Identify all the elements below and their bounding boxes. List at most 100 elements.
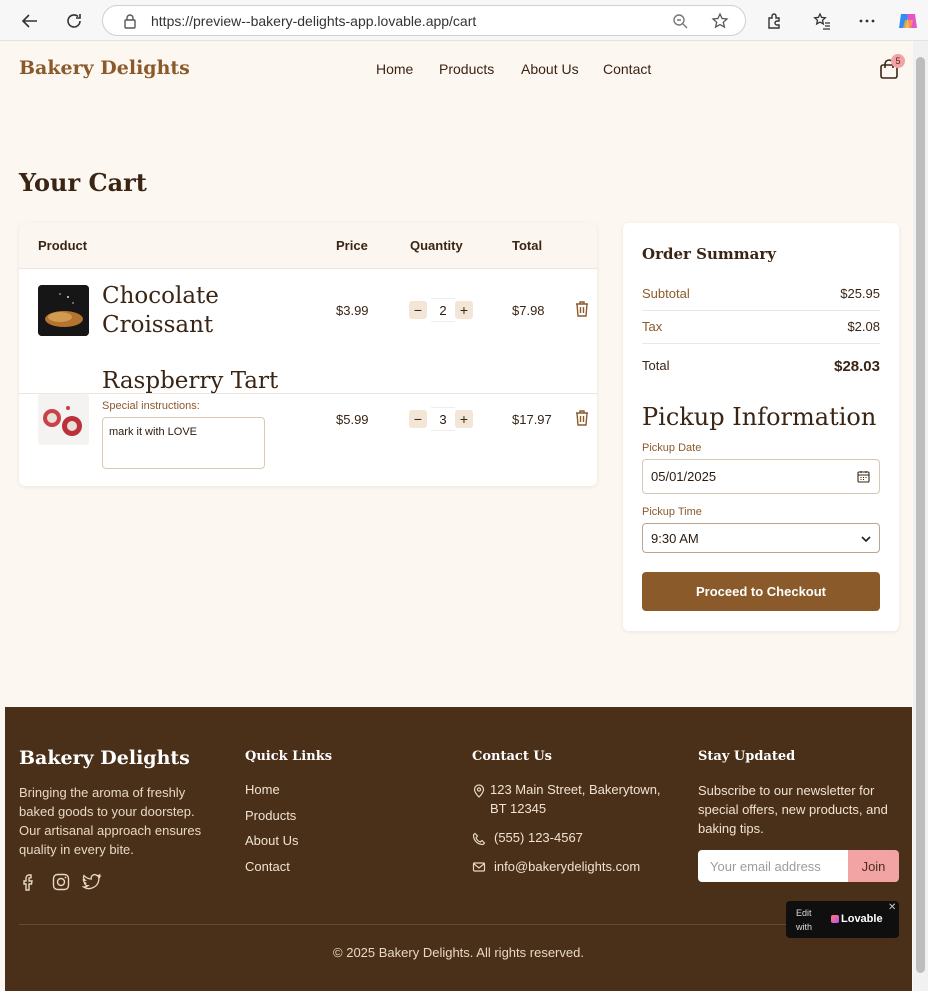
newsletter-text: Subscribe to our newsletter for special … — [698, 783, 888, 836]
contact-email[interactable]: info@bakerydelights.com — [494, 857, 640, 876]
total-label: Total — [642, 358, 670, 373]
mail-icon — [472, 862, 486, 872]
lovable-brand: Lovable — [841, 913, 883, 925]
site-footer: Bakery Delights Bringing the aroma of fr… — [5, 707, 912, 991]
special-instructions-input[interactable]: mark it with LOVE — [102, 417, 265, 469]
footer-tagline: Bringing the aroma of freshly baked good… — [19, 785, 202, 857]
qty-value[interactable]: 3 — [431, 407, 455, 431]
pickup-time-select[interactable]: 9:30 AM — [642, 523, 880, 553]
close-icon[interactable]: ✕ — [888, 902, 896, 913]
total-value: $28.03 — [834, 358, 880, 375]
col-total: Total — [512, 238, 543, 253]
browser-toolbar: https://preview--bakery-delights-app.lov… — [0, 0, 928, 41]
summary-title: Order Summary — [642, 245, 776, 263]
facebook-icon[interactable] — [19, 872, 39, 892]
contact-address: 123 Main Street, Bakerytown, BT 12345 — [490, 782, 661, 816]
copilot-icon — [899, 14, 917, 28]
special-instructions-label: Special instructions: — [102, 400, 200, 412]
divider — [642, 343, 880, 344]
contact-heading: Contact Us — [472, 749, 552, 764]
item-total: $17.97 — [512, 412, 552, 427]
trash-icon[interactable] — [574, 409, 590, 427]
tax-label: Tax — [642, 319, 663, 334]
url-text: https://preview--bakery-delights-app.lov… — [151, 13, 477, 29]
qty-value[interactable]: 2 — [431, 298, 455, 322]
footer-divider — [19, 924, 899, 925]
item-price: $3.99 — [336, 303, 369, 318]
footer-link-products[interactable]: Products — [245, 808, 296, 823]
nav-products[interactable]: Products — [439, 61, 494, 77]
footer-link-about[interactable]: About Us — [245, 833, 298, 848]
scrollbar-thumb[interactable] — [916, 57, 925, 973]
pickup-time-label: Pickup Time — [642, 506, 702, 518]
edit-with-lovable-badge[interactable]: Edit with Lovable ✕ — [786, 901, 899, 938]
quick-links-heading: Quick Links — [245, 749, 333, 764]
vertical-scrollbar[interactable] — [913, 41, 928, 991]
subtotal-value: $25.95 — [840, 286, 880, 301]
favorite-star-icon[interactable] — [711, 12, 729, 30]
croissant-image — [38, 285, 89, 336]
instagram-icon[interactable] — [51, 872, 71, 892]
phone-icon — [472, 832, 486, 846]
reload-icon — [67, 14, 81, 28]
proceed-to-checkout-button[interactable]: Proceed to Checkout — [642, 572, 880, 611]
chevron-down-icon — [861, 536, 871, 543]
reload-button[interactable] — [60, 7, 88, 35]
pickup-time-value: 9:30 AM — [651, 530, 699, 546]
nav-contact[interactable]: Contact — [603, 61, 651, 77]
lovable-heart-icon — [831, 915, 839, 923]
col-price: Price — [336, 238, 368, 253]
site-logo[interactable]: Bakery Delights — [19, 57, 190, 79]
favorites-button[interactable] — [808, 7, 836, 35]
nav-about[interactable]: About Us — [521, 61, 579, 77]
trash-icon[interactable] — [574, 300, 590, 318]
nav-home[interactable]: Home — [376, 61, 413, 77]
puzzle-icon — [768, 13, 780, 29]
col-quantity: Quantity — [410, 238, 463, 253]
address-bar[interactable]: https://preview--bakery-delights-app.lov… — [102, 5, 746, 36]
newsletter-heading: Stay Updated — [698, 749, 796, 764]
join-button[interactable]: Join — [848, 850, 899, 882]
cart-count-badge: 5 — [891, 54, 905, 68]
col-product: Product — [38, 238, 88, 253]
zoom-icon[interactable] — [671, 12, 689, 30]
raspberry-tart-image — [38, 394, 89, 445]
order-summary: Order Summary Subtotal $25.95 Tax $2.08 … — [623, 223, 899, 631]
favorites-list-icon — [813, 12, 830, 30]
site-header: Bakery Delights Home Products About Us C… — [5, 41, 912, 99]
footer-logo: Bakery Delights — [19, 747, 190, 769]
calendar-icon[interactable] — [857, 470, 870, 483]
cart-table-header — [19, 223, 597, 269]
more-dots-icon — [859, 19, 875, 23]
item-total: $7.98 — [512, 303, 545, 318]
decrease-qty-button[interactable]: − — [409, 410, 427, 428]
back-arrow-icon — [21, 14, 37, 28]
page-title: Your Cart — [19, 168, 147, 197]
pickup-date-value: 05/01/2025 — [651, 469, 717, 484]
subtotal-label: Subtotal — [642, 286, 690, 301]
contact-phone[interactable]: (555) 123-4567 — [494, 828, 583, 847]
copilot-button[interactable] — [894, 7, 922, 35]
pickup-date-label: Pickup Date — [642, 442, 702, 454]
tax-value: $2.08 — [847, 319, 880, 334]
decrease-qty-button[interactable]: − — [409, 301, 427, 319]
cart-table: Product Price Quantity Total Chocolate C… — [19, 223, 597, 486]
pickup-date-input[interactable]: 05/01/2025 — [642, 459, 880, 494]
divider — [642, 310, 880, 311]
page-viewport: Bakery Delights Home Products About Us C… — [5, 41, 912, 991]
copyright: © 2025 Bakery Delights. All rights reser… — [333, 945, 584, 960]
footer-link-home[interactable]: Home — [245, 782, 280, 797]
pickup-title: Pickup Information — [642, 403, 877, 431]
product-name-line2: Croissant — [102, 312, 214, 338]
lock-icon — [124, 14, 136, 29]
back-button[interactable] — [16, 7, 44, 35]
increase-qty-button[interactable]: + — [455, 301, 473, 319]
twitter-icon[interactable] — [82, 872, 102, 892]
edit-with-label: Edit with — [796, 908, 813, 932]
extensions-button[interactable] — [760, 7, 788, 35]
newsletter-email-input[interactable]: Your email address — [698, 850, 848, 882]
footer-link-contact[interactable]: Contact — [245, 859, 290, 874]
increase-qty-button[interactable]: + — [455, 410, 473, 428]
item-price: $5.99 — [336, 412, 369, 427]
more-menu-button[interactable] — [853, 7, 881, 35]
